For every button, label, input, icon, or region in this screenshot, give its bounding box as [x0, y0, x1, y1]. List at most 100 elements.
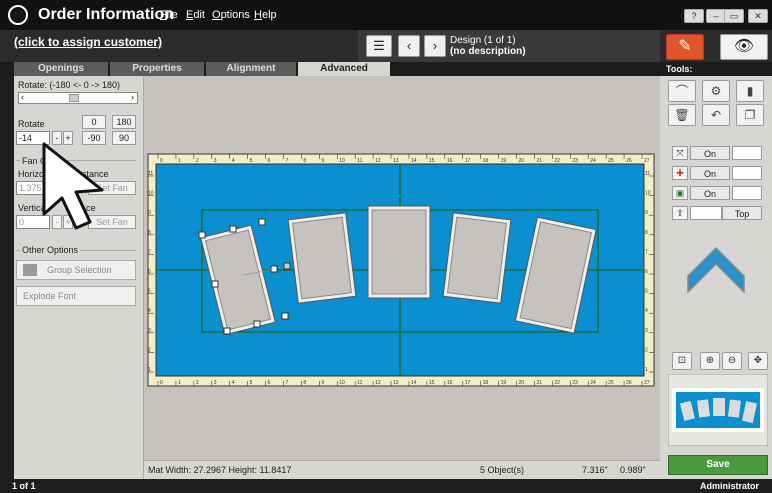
- preview-eye-button[interactable]: 👁: [720, 34, 768, 60]
- rotate-90-button[interactable]: 90: [112, 131, 136, 145]
- opening-2[interactable]: [287, 212, 357, 304]
- gear-tool[interactable]: ⚙: [702, 80, 730, 102]
- tab-properties[interactable]: Properties: [110, 62, 204, 76]
- zoom-in-button[interactable]: ⊕: [700, 352, 720, 370]
- zoom-out-button[interactable]: ⊖: [722, 352, 742, 370]
- zoom-fit-icon: ⊡: [677, 355, 687, 366]
- opening-4[interactable]: [442, 212, 512, 304]
- fit-icon: ⤧: [672, 146, 688, 160]
- menu-options[interactable]: Options: [212, 9, 250, 21]
- tools-label: Tools:: [660, 62, 772, 76]
- x-ruler-label: 21: [536, 380, 542, 386]
- mat-design[interactable]: 0011223344556677889910101111121213131414…: [144, 152, 660, 390]
- rotate-0-button[interactable]: 0: [82, 115, 106, 129]
- menu-help[interactable]: Help: [254, 9, 277, 21]
- fit-toggle[interactable]: [732, 146, 762, 160]
- x-ruler-label: 14: [411, 380, 417, 386]
- rotate-range-label: Rotate: (-180 <- 0 -> 180): [18, 80, 121, 90]
- close-button[interactable]: ✕: [748, 9, 768, 23]
- y-ruler-label: 3: [148, 328, 151, 334]
- grid-icon: ▣: [672, 186, 688, 200]
- x-ruler-label: 6: [268, 380, 271, 386]
- x-ruler-label: 17: [465, 380, 471, 386]
- undo-icon: ↶: [710, 108, 722, 122]
- tab-alignment[interactable]: Alignment: [206, 62, 296, 76]
- y-ruler-label: 4: [148, 308, 151, 314]
- x-ruler-label: 1: [178, 158, 181, 164]
- x-ruler-label: 4: [232, 158, 235, 164]
- grid-toggle-label[interactable]: On: [690, 186, 730, 200]
- previous-design-button[interactable]: ‹: [398, 35, 420, 57]
- y-ruler-label: 10: [645, 191, 651, 197]
- align-top-label[interactable]: Top: [722, 206, 762, 220]
- minimize-button[interactable]: –: [706, 9, 726, 23]
- x-ruler-label: 27: [644, 158, 650, 164]
- help-window-button[interactable]: ?: [684, 9, 704, 23]
- y-ruler-label: 11: [645, 171, 650, 177]
- explode-font-button[interactable]: Explode Font: [16, 286, 136, 306]
- mat-size-readout: Mat Width: 27.2967 Height: 11.8417: [148, 465, 292, 475]
- menu-file[interactable]: File: [160, 9, 178, 21]
- y-ruler-label: 8: [148, 230, 151, 236]
- undo-tool[interactable]: ↶: [702, 104, 730, 126]
- duplicate-tool[interactable]: ❐: [736, 104, 764, 126]
- x-ruler-label: 15: [429, 380, 435, 386]
- x-ruler-label: 21: [536, 158, 542, 164]
- y-ruler-label: 4: [645, 308, 648, 314]
- y-ruler-label: 7: [645, 249, 648, 255]
- fit-toggle-label[interactable]: On: [690, 146, 730, 160]
- y-ruler-label: 6: [645, 269, 648, 275]
- hamburger-menu-button[interactable]: ☰: [366, 35, 392, 57]
- next-design-button[interactable]: ›: [424, 35, 446, 57]
- zoom-pan-button[interactable]: ✥: [748, 352, 768, 370]
- y-ruler-label: 5: [645, 289, 648, 295]
- slider-thumb[interactable]: [69, 94, 79, 102]
- x-ruler-label: 26: [626, 158, 632, 164]
- delete-tool[interactable]: 🗑: [668, 104, 696, 126]
- crosshair-toggle-label[interactable]: On: [690, 166, 730, 180]
- y-ruler-label: 1: [148, 367, 151, 373]
- x-ruler-label: 9: [321, 158, 324, 164]
- rotate-180-button[interactable]: 180: [112, 115, 136, 129]
- x-ruler-label: 23: [572, 158, 578, 164]
- x-ruler-label: 24: [590, 158, 596, 164]
- rotate-slider[interactable]: ‹ ›: [18, 92, 138, 104]
- x-ruler-label: 7: [285, 158, 288, 164]
- ruler-tool[interactable]: ▮: [736, 80, 764, 102]
- design-title: Design (1 of 1): [450, 35, 516, 46]
- edit-pen-button[interactable]: ✎: [666, 34, 704, 60]
- page-indicator: 1 of 1: [12, 481, 36, 491]
- add-opening-tool[interactable]: ⌒: [668, 80, 696, 102]
- cut-tool-icon: ⌒: [675, 84, 688, 98]
- x-ruler-label: 17: [465, 158, 471, 164]
- menu-edit[interactable]: Edit: [186, 9, 205, 21]
- tab-openings[interactable]: Openings: [14, 62, 108, 76]
- group-selection-button[interactable]: Group Selection: [16, 260, 136, 280]
- mouse-cursor-icon: [42, 142, 104, 230]
- tab-advanced[interactable]: Advanced: [298, 62, 390, 76]
- x-ruler-label: 4: [232, 380, 235, 386]
- x-ruler-label: 20: [519, 380, 525, 386]
- assign-customer-link[interactable]: (click to assign customer): [14, 35, 162, 49]
- cursor-y-readout: 0.989": [620, 465, 646, 475]
- align-toggle[interactable]: [690, 206, 722, 220]
- slider-right-arrow-icon[interactable]: ›: [131, 92, 134, 102]
- design-thumbnail[interactable]: [668, 374, 768, 446]
- group-selection-label: Group Selection: [47, 265, 112, 275]
- y-ruler-label: 10: [148, 191, 154, 197]
- x-ruler-label: 15: [429, 158, 435, 164]
- align-up-icon: ⇧: [672, 206, 688, 220]
- restore-button[interactable]: ▭: [724, 9, 744, 23]
- zoom-fit-button[interactable]: ⊡: [672, 352, 692, 370]
- crosshair-icon: ✚: [672, 166, 688, 180]
- grid-toggle[interactable]: [732, 186, 762, 200]
- save-button[interactable]: Save: [668, 455, 768, 475]
- y-ruler-label: 8: [645, 230, 648, 236]
- x-ruler-label: 12: [375, 380, 381, 386]
- opening-3[interactable]: [367, 205, 431, 299]
- slider-left-arrow-icon[interactable]: ‹: [21, 92, 24, 102]
- y-ruler-label: 9: [645, 210, 648, 216]
- chevron-up-icon[interactable]: [686, 238, 746, 296]
- crosshair-toggle[interactable]: [732, 166, 762, 180]
- y-ruler-label: 6: [148, 269, 151, 275]
